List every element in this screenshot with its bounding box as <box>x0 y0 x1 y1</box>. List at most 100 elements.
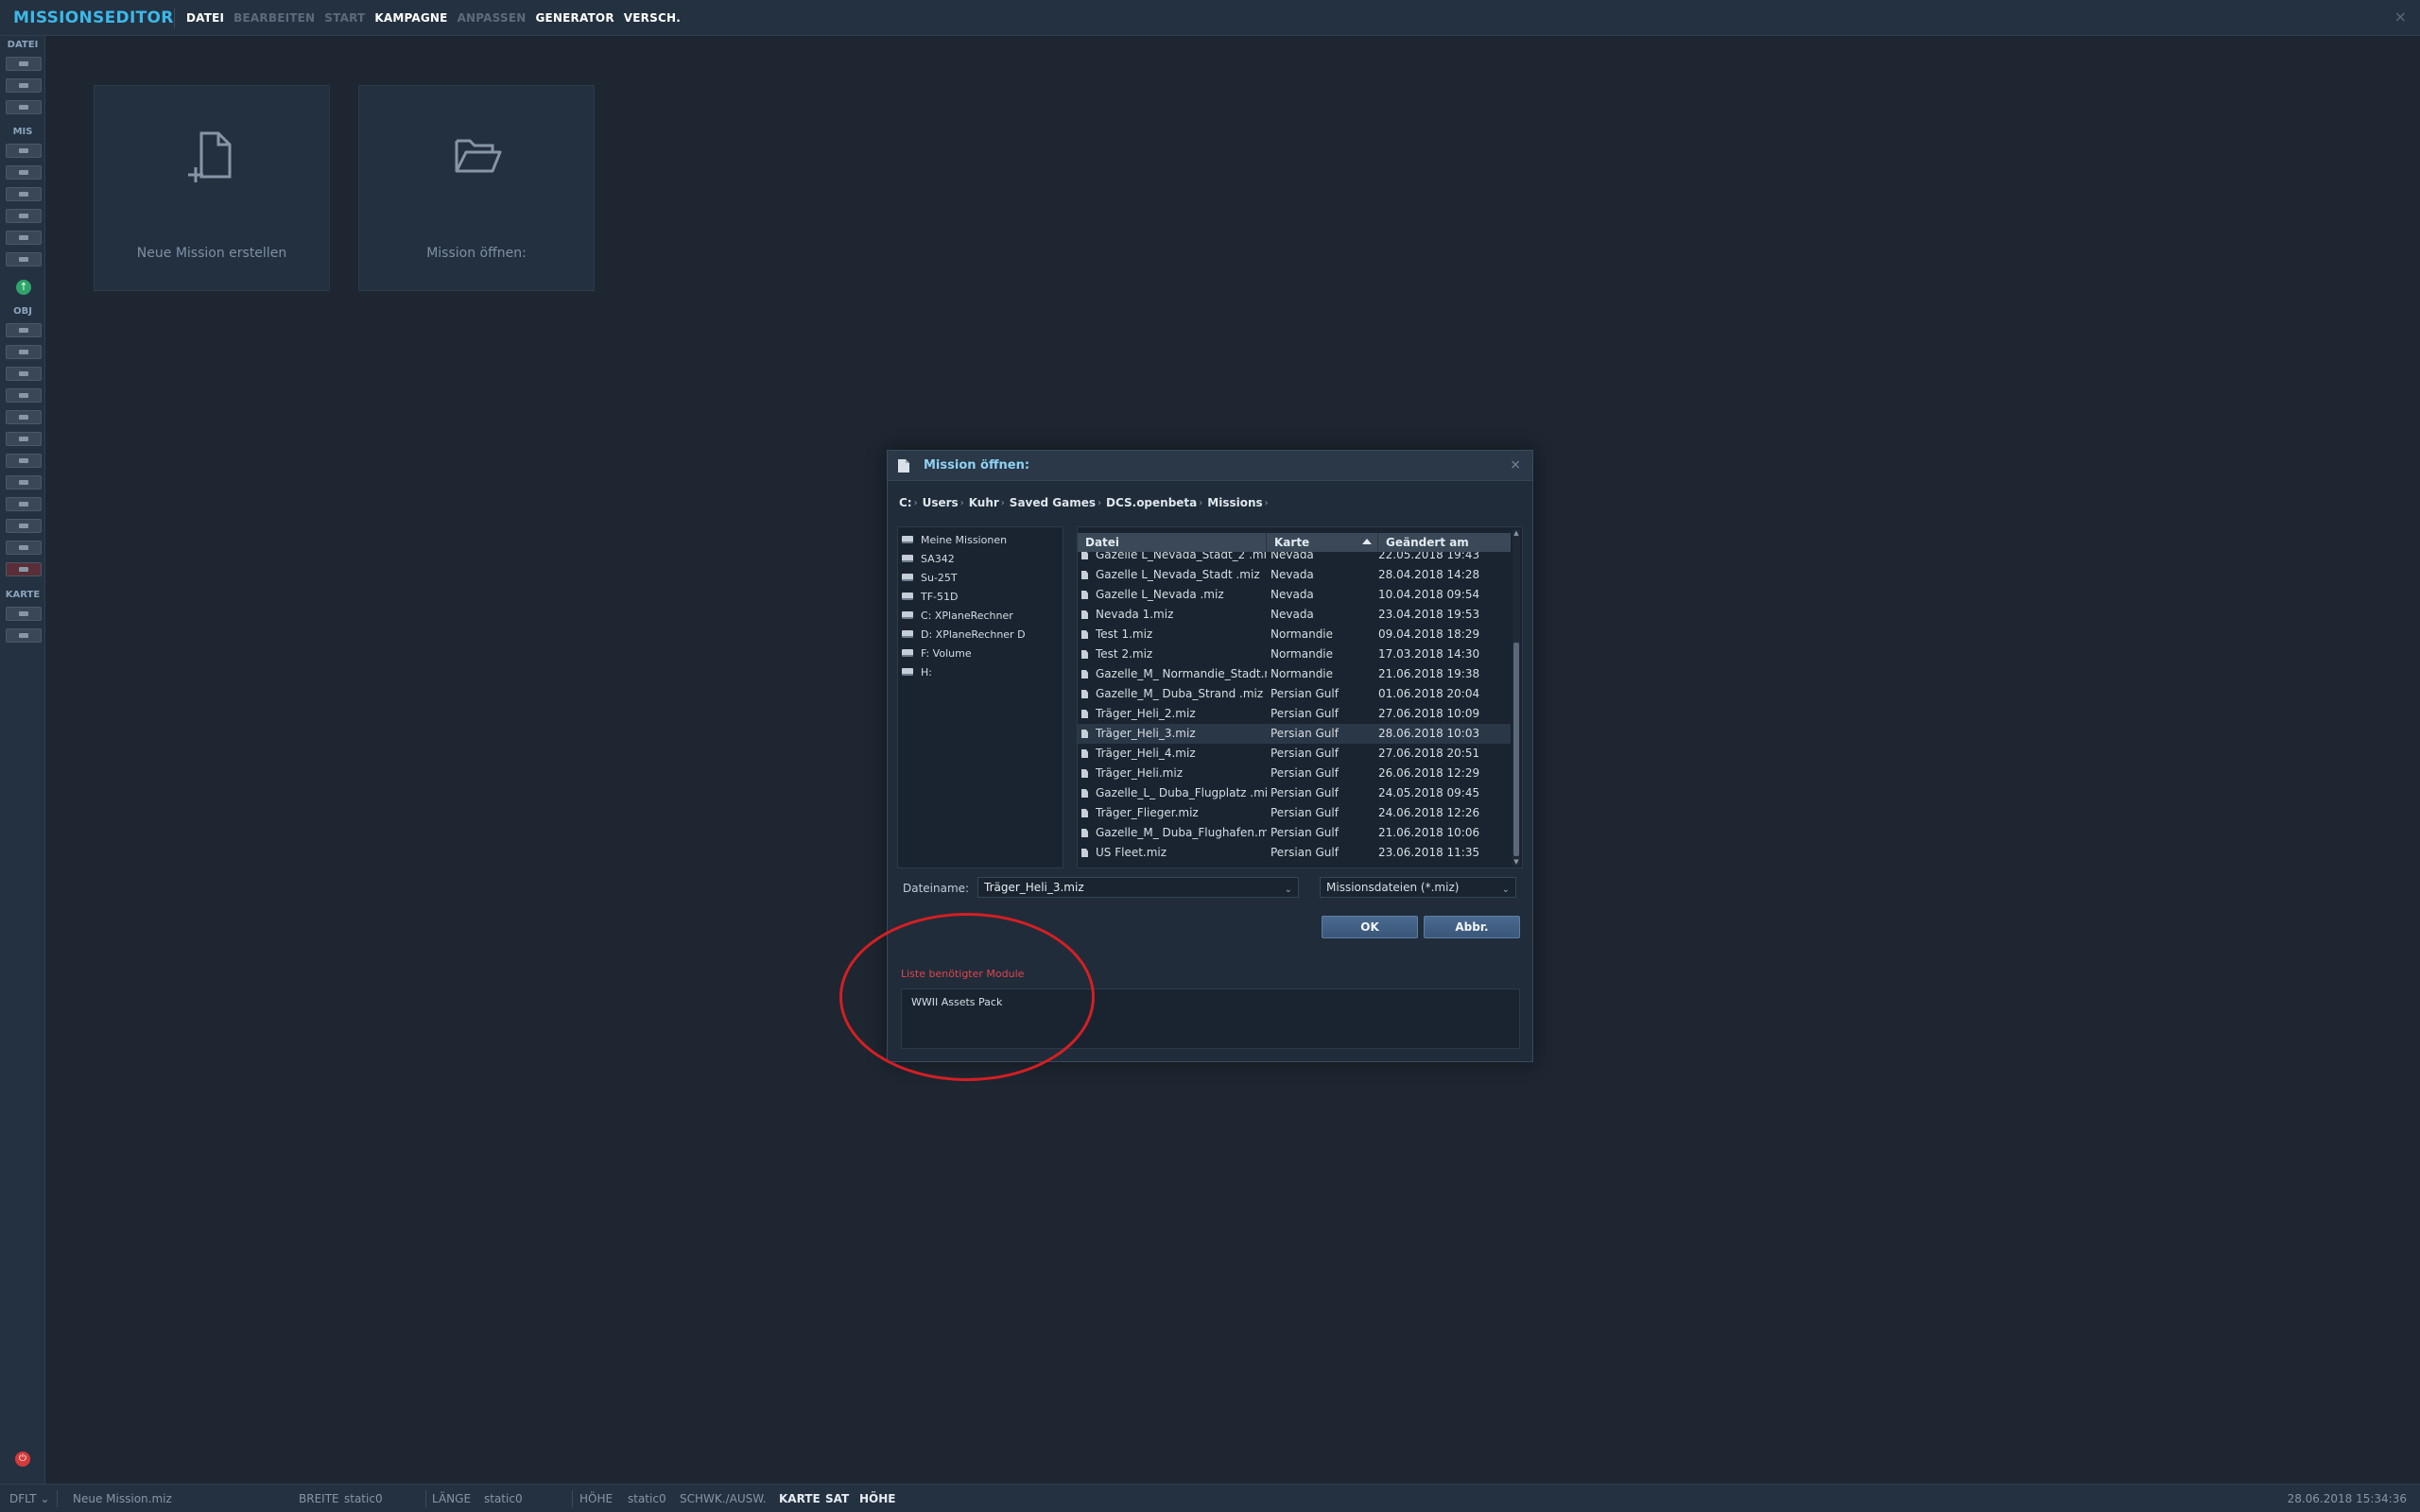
cancel-button[interactable]: Abbr. <box>1424 916 1520 938</box>
upload-arrow-icon[interactable]: ↑ <box>16 280 31 295</box>
object-delete-icon[interactable] <box>6 562 42 576</box>
place-item[interactable]: H: <box>902 663 932 680</box>
app-close-icon[interactable]: × <box>2394 8 2407 26</box>
file-table-scrollbar[interactable]: ▲ ▼ <box>1512 529 1520 866</box>
file-row[interactable]: Träger_Heli_3.miz Persian Gulf 28.06.2018 … <box>1078 724 1511 744</box>
place-item[interactable]: C: XPlaneRechner <box>902 607 1013 624</box>
object-target-icon[interactable] <box>6 475 42 490</box>
open-mission-card[interactable]: Mission öffnen: <box>358 85 595 291</box>
file-row[interactable]: Gazelle L_Nevada_Stadt_2 .miz Nevada 22.05… <box>1078 552 1511 565</box>
file-icon <box>1081 849 1088 857</box>
column-header-modified[interactable]: Geändert am <box>1378 533 1511 552</box>
breadcrumb-item[interactable]: Users <box>923 496 959 509</box>
file-row[interactable]: Gazelle L_Nevada .miz Nevada 10.04.2018 09… <box>1078 585 1511 605</box>
place-label: Su-25T <box>921 571 958 584</box>
object-vehicle-icon[interactable] <box>6 388 42 403</box>
file-map-cell: Persian Gulf <box>1270 727 1339 740</box>
menu-datei[interactable]: DATEI <box>186 11 224 25</box>
file-row[interactable]: Träger_Flieger.miz Persian Gulf 24.06.2018… <box>1078 803 1511 823</box>
place-item[interactable]: TF-51D <box>902 588 958 605</box>
file-name: Gazelle_L_ Duba_Flugplatz .miz <box>1096 786 1267 799</box>
breadcrumb-item[interactable]: C: <box>899 496 912 509</box>
mission-tool-5-icon[interactable] <box>6 231 42 245</box>
file-type-value: Missionsdateien (*.miz) <box>1326 881 1460 894</box>
menu-bearbeiten[interactable]: BEARBEITEN <box>233 11 315 25</box>
chevron-down-icon[interactable]: ⌄ <box>1502 881 1510 900</box>
menu-kampagne[interactable]: KAMPAGNE <box>374 11 447 25</box>
file-row[interactable]: Gazelle_M_ Duba_Flughafen.miz Persian Gul… <box>1078 823 1511 843</box>
file-date-cell: 23.06.2018 11:35 <box>1378 846 1480 859</box>
mission-tool-2-icon[interactable] <box>6 165 42 180</box>
scroll-down-icon[interactable]: ▼ <box>1512 858 1520 866</box>
file-name: Träger_Heli.miz <box>1096 766 1183 780</box>
mission-tool-3-icon[interactable] <box>6 187 42 201</box>
menu-anpassen[interactable]: ANPASSEN <box>458 11 527 25</box>
mission-tool-1-icon[interactable] <box>6 144 42 158</box>
file-type-select[interactable]: Missionsdateien (*.miz) ⌄ <box>1320 877 1516 898</box>
menu-generator[interactable]: GENERATOR <box>535 11 614 25</box>
place-item[interactable]: F: Volume <box>902 644 972 662</box>
profile-select[interactable]: DFLT ⌄ <box>9 1492 49 1505</box>
column-header-file[interactable]: Datei <box>1078 533 1267 552</box>
mission-tool-4-icon[interactable] <box>6 209 42 223</box>
file-name-cell: Gazelle L_Nevada_Stadt_2 .miz <box>1078 552 1267 565</box>
open-file-tool-icon[interactable] <box>6 78 42 93</box>
file-row[interactable]: Gazelle L_Nevada_Stadt .miz Nevada 28.04.2… <box>1078 565 1511 585</box>
file-row[interactable]: Gazelle_L_ Duba_Flugplatz .miz Persian Gu… <box>1078 783 1511 803</box>
scroll-up-icon[interactable]: ▲ <box>1512 529 1520 537</box>
object-ship-icon[interactable] <box>6 367 42 381</box>
dialog-titlebar[interactable]: Mission öffnen: × <box>888 451 1532 481</box>
place-label: H: <box>921 665 932 679</box>
filename-input[interactable]: Träger_Heli_3.miz ⌄ <box>977 877 1299 898</box>
mode-sat-button[interactable]: SAT <box>825 1492 849 1505</box>
new-file-tool-icon[interactable] <box>6 57 42 71</box>
object-plane-icon[interactable] <box>6 323 42 337</box>
object-nav-icon[interactable] <box>6 497 42 511</box>
file-row[interactable]: Träger_Heli_4.miz Persian Gulf 27.06.2018 … <box>1078 744 1511 764</box>
breadcrumb-item[interactable]: DCS.openbeta <box>1106 496 1197 509</box>
breadcrumb-item[interactable]: Saved Games <box>1010 496 1096 509</box>
file-table-body: Gazelle L_Nevada_Stadt_2 .miz Nevada 22.05… <box>1078 552 1511 868</box>
map-ruler-icon[interactable] <box>6 607 42 621</box>
place-item[interactable]: Su-25T <box>902 569 958 586</box>
place-item[interactable]: SA342 <box>902 550 955 567</box>
chevron-down-icon[interactable]: ⌄ <box>1285 881 1292 900</box>
mode-map-button[interactable]: KARTE <box>779 1492 821 1505</box>
menu-start[interactable]: START <box>324 11 365 25</box>
exit-power-icon[interactable]: ⏻ <box>15 1452 30 1467</box>
mission-tool-6-icon[interactable] <box>6 252 42 266</box>
scrollbar-thumb[interactable] <box>1513 643 1519 856</box>
drive-icon <box>902 536 913 543</box>
object-helicopter-icon[interactable] <box>6 345 42 359</box>
file-name-cell: Test 1.miz <box>1078 625 1267 644</box>
file-row[interactable]: Gazelle_M_ Normandie_Stadt.miz Normandie 2… <box>1078 664 1511 684</box>
ok-button[interactable]: OK <box>1322 916 1418 938</box>
object-group-icon[interactable] <box>6 541 42 555</box>
breadcrumb-item[interactable]: Missions <box>1207 496 1262 509</box>
column-header-map[interactable]: Karte <box>1267 533 1378 552</box>
dialog-title: Mission öffnen: <box>924 458 1030 472</box>
file-row[interactable]: Träger_Heli_2.miz Persian Gulf 27.06.2018 … <box>1078 704 1511 724</box>
file-row[interactable]: Nevada 1.miz Nevada 23.04.2018 19:53 <box>1078 605 1511 625</box>
object-template-icon[interactable] <box>6 519 42 533</box>
status-divider <box>572 1490 573 1507</box>
object-waypoint-icon[interactable] <box>6 432 42 446</box>
dialog-close-icon[interactable]: × <box>1510 457 1521 472</box>
longitude-value: static0 <box>484 1492 523 1505</box>
place-item[interactable]: Meine Missionen <box>902 531 1007 548</box>
file-row[interactable]: Gazelle_M_ Duba_Strand .miz Persian Gulf 0… <box>1078 684 1511 704</box>
file-row[interactable]: Test 1.miz Normandie 09.04.2018 18:29 <box>1078 625 1511 644</box>
new-mission-card[interactable]: Neue Mission erstellen <box>94 85 330 291</box>
object-static-icon[interactable] <box>6 410 42 424</box>
file-row[interactable]: Test 2.miz Normandie 17.03.2018 14:30 <box>1078 644 1511 664</box>
toolbar-section-karte: KARTE <box>5 590 41 600</box>
place-item[interactable]: D: XPlaneRechner D <box>902 626 1026 643</box>
file-row[interactable]: Träger_Heli.miz Persian Gulf 26.06.2018 12… <box>1078 764 1511 783</box>
map-measure-icon[interactable] <box>6 628 42 643</box>
mode-alt-button[interactable]: HÖHE <box>859 1492 895 1505</box>
breadcrumb-item[interactable]: Kuhr <box>969 496 999 509</box>
save-file-tool-icon[interactable] <box>6 100 42 114</box>
object-zone-icon[interactable] <box>6 454 42 468</box>
file-row[interactable]: US Fleet.miz Persian Gulf 23.06.2018 11:35 <box>1078 843 1511 863</box>
menu-versch[interactable]: VERSCH. <box>624 11 681 25</box>
